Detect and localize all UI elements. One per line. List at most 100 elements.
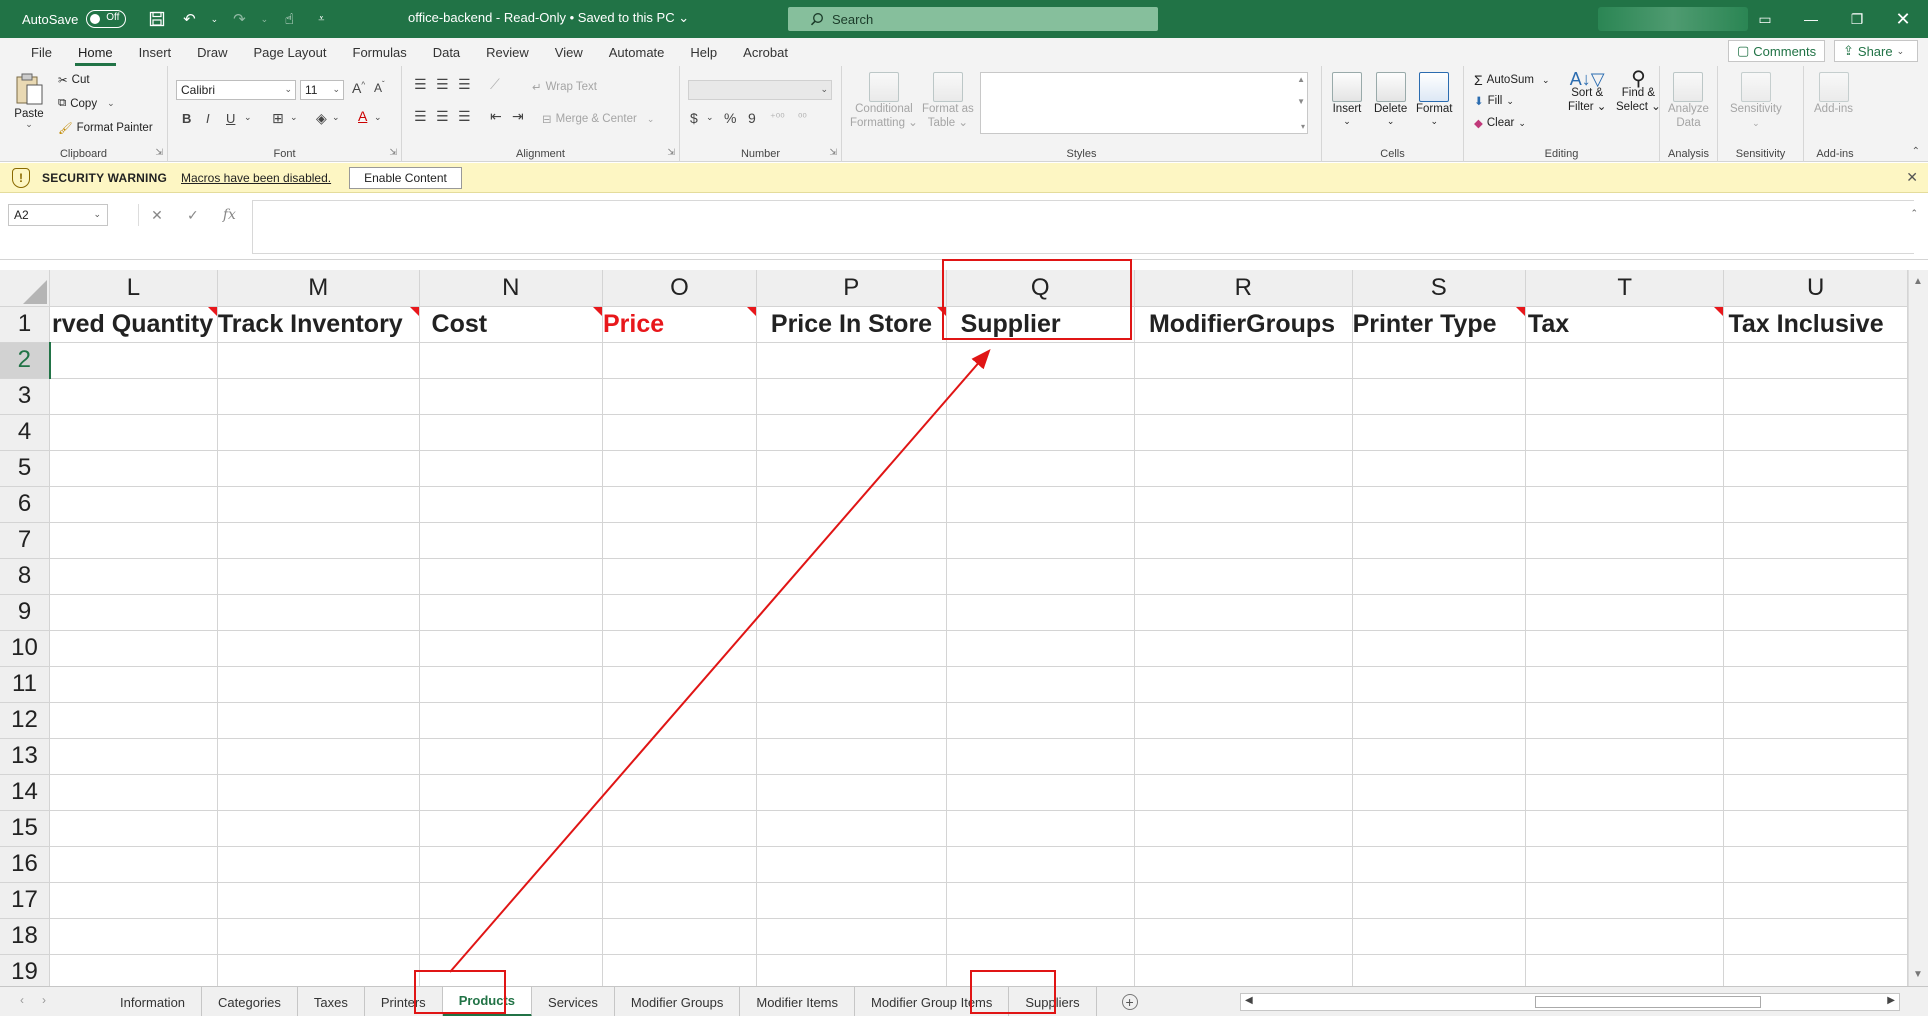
grid-cell[interactable] <box>217 954 420 986</box>
conditional-formatting-button[interactable]: Conditional Formatting ⌄ <box>850 72 918 130</box>
align-bottom-icon[interactable]: ☰ <box>458 76 471 93</box>
sheet-tab-printers[interactable]: Printers <box>365 987 443 1017</box>
grid-cell[interactable] <box>1525 414 1725 451</box>
wrap-text-button[interactable]: ↵ Wrap Text <box>532 80 597 94</box>
tab-formulas[interactable]: Formulas <box>340 45 420 66</box>
grid-cell[interactable] <box>49 666 218 703</box>
grid-cell[interactable] <box>1525 342 1725 379</box>
grid-cell[interactable] <box>756 666 947 703</box>
grid-cell[interactable] <box>1525 450 1725 487</box>
horizontal-scrollbar[interactable]: ◀ ▶ <box>1240 993 1900 1011</box>
sheet-tab-products[interactable]: Products <box>442 987 533 1017</box>
search-box[interactable]: Search <box>788 7 1158 31</box>
close-icon[interactable]: ✕ <box>1880 0 1926 38</box>
grid-cell[interactable] <box>756 738 947 775</box>
row-header[interactable]: 17 <box>0 882 50 919</box>
enable-content-button[interactable]: Enable Content <box>349 166 462 189</box>
grid-cell[interactable] <box>1134 450 1353 487</box>
grid-cell[interactable] <box>1723 558 1908 595</box>
sheet-tab-taxes[interactable]: Taxes <box>298 987 365 1017</box>
header-cell-supplier[interactable]: Supplier <box>946 306 1135 343</box>
scroll-left-icon[interactable]: ◀ <box>1245 995 1253 1006</box>
new-sheet-button[interactable]: + <box>1115 987 1145 1017</box>
close-icon[interactable]: ✕ <box>1906 169 1918 186</box>
grid-cell[interactable] <box>756 522 947 559</box>
tab-data[interactable]: Data <box>420 45 473 66</box>
decrease-font-icon[interactable]: Aˇ <box>374 80 385 95</box>
tab-help[interactable]: Help <box>677 45 730 66</box>
fill-button[interactable]: ⬇ Fill ⌄ <box>1474 94 1514 108</box>
sheet-tab-information[interactable]: Information <box>104 987 203 1017</box>
grid-cell[interactable] <box>1352 594 1526 631</box>
tab-file[interactable]: File <box>18 45 65 66</box>
tab-automate[interactable]: Automate <box>596 45 678 66</box>
grid-cell[interactable] <box>1525 630 1725 667</box>
grid-cell[interactable] <box>1352 918 1526 955</box>
font-name-combo[interactable]: Calibri ⌄ <box>176 80 296 100</box>
grid-cell[interactable] <box>49 846 218 883</box>
tab-acrobat[interactable]: Acrobat <box>730 45 801 66</box>
grid-cell[interactable] <box>217 846 420 883</box>
grid-cell[interactable] <box>419 810 603 847</box>
grid-cell[interactable] <box>419 342 603 379</box>
grid-cell[interactable] <box>1352 666 1526 703</box>
account-avatar[interactable] <box>1598 7 1748 31</box>
grid-cell[interactable] <box>1723 882 1908 919</box>
underline-icon[interactable]: U <box>226 111 235 126</box>
grid-cell[interactable] <box>602 738 757 775</box>
grid-cell[interactable] <box>1525 882 1725 919</box>
vertical-scrollbar[interactable]: ▲ ▼ <box>1908 270 1928 986</box>
grid-cell[interactable] <box>602 954 757 986</box>
column-header[interactable]: T <box>1525 270 1725 307</box>
format-as-table-button[interactable]: Format as Table ⌄ <box>922 72 974 130</box>
grid-cell[interactable] <box>756 702 947 739</box>
grid-cell[interactable] <box>1352 450 1526 487</box>
grid-cell[interactable] <box>1352 522 1526 559</box>
name-box[interactable]: A2 ⌄ <box>8 204 108 226</box>
sheet-tab-services[interactable]: Services <box>532 987 615 1017</box>
grid-cell[interactable] <box>756 954 947 986</box>
grid-cell[interactable] <box>1134 810 1353 847</box>
grid-cell[interactable] <box>1723 378 1908 415</box>
align-left-icon[interactable]: ☰ <box>414 108 427 125</box>
grid-cell[interactable] <box>602 918 757 955</box>
grid-cell[interactable] <box>217 522 420 559</box>
row-header[interactable]: 9 <box>0 594 50 631</box>
grid-cell[interactable] <box>217 666 420 703</box>
cell-styles-gallery[interactable]: ▲ ▼ ▾ <box>980 72 1308 134</box>
sheet-tab-categories[interactable]: Categories <box>202 987 298 1017</box>
column-header[interactable]: Q <box>946 270 1135 307</box>
comments-button[interactable]: ▢ Comments <box>1728 40 1826 62</box>
grid-cell[interactable] <box>602 666 757 703</box>
row-header[interactable]: 5 <box>0 450 50 487</box>
grid-cell[interactable] <box>602 486 757 523</box>
grid-cell[interactable] <box>49 630 218 667</box>
grid-cell[interactable] <box>1525 594 1725 631</box>
grid-cell[interactable] <box>602 450 757 487</box>
grid-cell[interactable] <box>1352 882 1526 919</box>
grid-cell[interactable] <box>756 846 947 883</box>
grid-cell[interactable] <box>1352 774 1526 811</box>
column-header[interactable]: U <box>1723 270 1908 307</box>
grid-cell[interactable] <box>1723 738 1908 775</box>
grid-cell[interactable] <box>946 918 1135 955</box>
grid-cell[interactable] <box>1525 558 1725 595</box>
grid-cell[interactable] <box>419 774 603 811</box>
row-header[interactable]: 6 <box>0 486 50 523</box>
grid-cell[interactable] <box>49 738 218 775</box>
grid-cell[interactable] <box>602 558 757 595</box>
grid-cell[interactable] <box>602 630 757 667</box>
grid-cell[interactable] <box>1134 882 1353 919</box>
bold-icon[interactable]: B <box>182 111 191 126</box>
grid-cell[interactable] <box>602 774 757 811</box>
grid-cell[interactable] <box>602 378 757 415</box>
currency-icon[interactable]: $ <box>690 110 698 126</box>
save-icon[interactable] <box>144 6 170 32</box>
grid-cell[interactable] <box>946 702 1135 739</box>
grid-cell[interactable] <box>946 846 1135 883</box>
delete-cells-button[interactable]: Delete ⌄ <box>1374 72 1407 127</box>
header-cell-track-inventory[interactable]: Track Inventory <box>217 306 420 343</box>
insert-cells-button[interactable]: Insert ⌄ <box>1332 72 1362 127</box>
row-header[interactable]: 1 <box>0 306 50 343</box>
ribbon-display-icon[interactable]: ▭ <box>1742 0 1788 38</box>
